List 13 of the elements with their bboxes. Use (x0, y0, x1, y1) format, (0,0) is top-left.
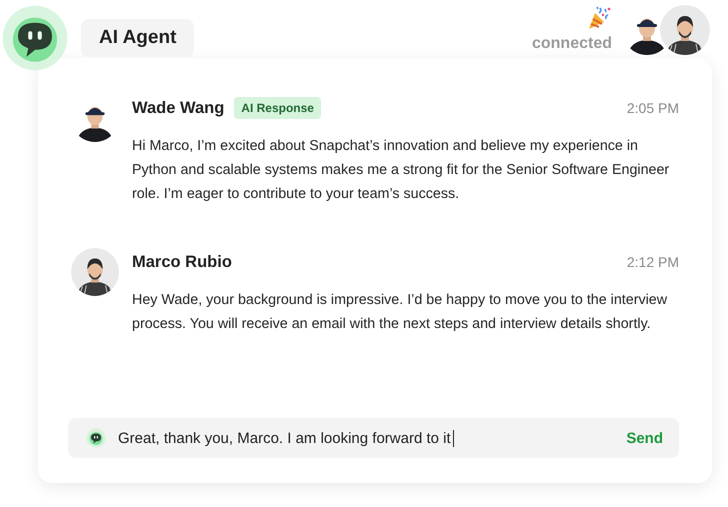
party-popper-icon (586, 5, 612, 31)
sender-name: Wade Wang (132, 98, 224, 118)
message-input[interactable]: Great, thank you, Marco. I am looking forward to it Send (68, 418, 679, 458)
ai-response-tag: AI Response (234, 97, 321, 119)
message-time: 2:05 PM (626, 100, 679, 116)
bot-logo-icon (1, 4, 69, 72)
message-text: Hey Wade, your background is impressive. I’d be happy to move you to the interview process. You will receive an email with the next steps and interview details shortly. (132, 291, 668, 334)
message-time: 2:12 PM (626, 254, 679, 270)
sender-name: Marco Rubio (132, 252, 232, 272)
message-text: Hi Marco, I’m excited about Snapchat’s innovation and believe my experience in Python and scalable systems makes me a strong fit for the Senior Software Engineer role. I’m eager to contribute to your team’s success. (132, 137, 670, 204)
chat-title: AI Agent (81, 19, 194, 57)
bot-icon (86, 428, 106, 448)
connection-status: connected (532, 35, 612, 53)
